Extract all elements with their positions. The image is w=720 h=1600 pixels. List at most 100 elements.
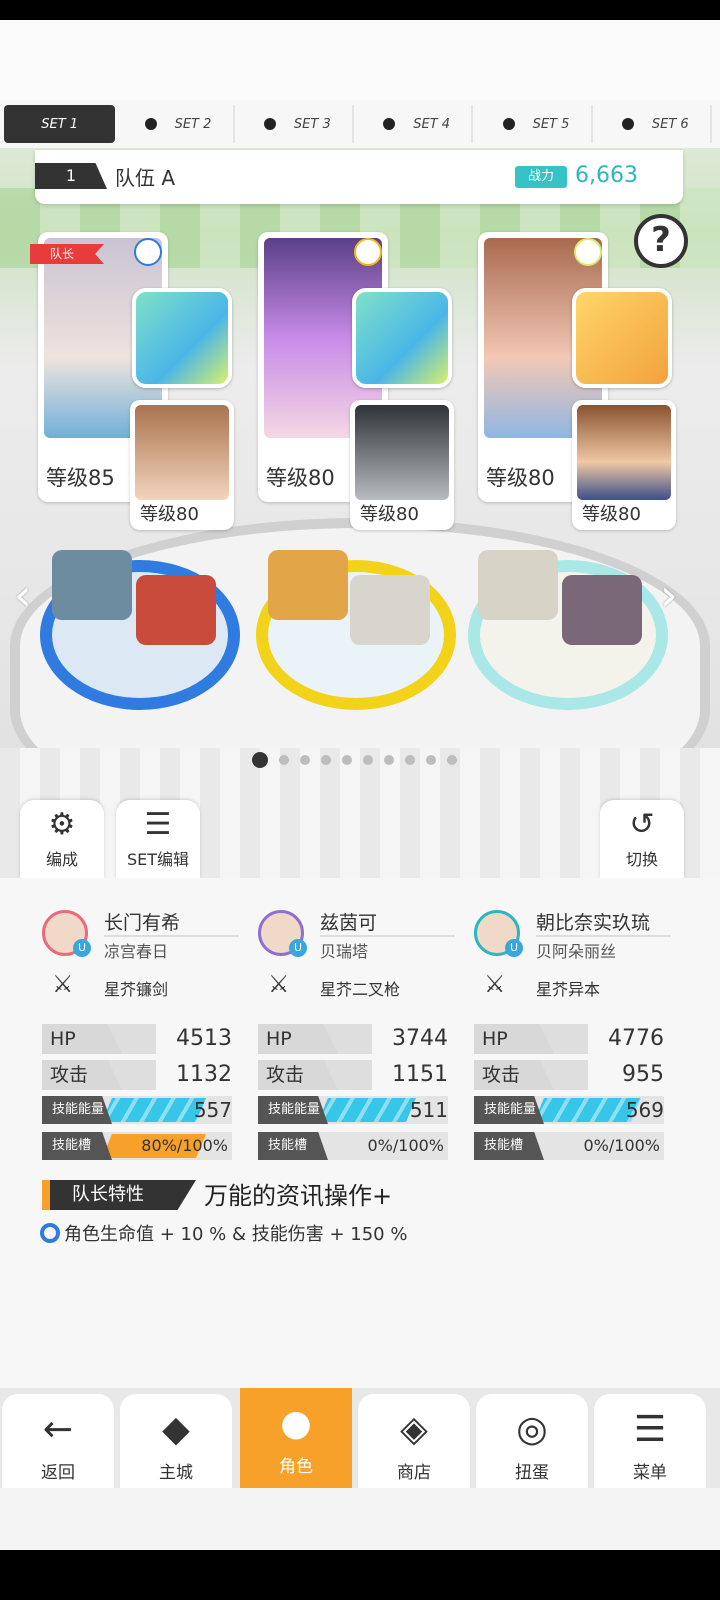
dot-icon	[383, 118, 396, 130]
support-card-1[interactable]: 等级80	[130, 400, 234, 530]
atk-value: 1151	[392, 1062, 448, 1087]
set-edit-label: SET编辑	[126, 850, 190, 869]
nav-menu[interactable]: ☰ 菜单	[594, 1394, 706, 1490]
formation-button[interactable]: ⚙ 编成	[20, 800, 104, 878]
avatar[interactable]: U	[258, 910, 307, 957]
page-dot	[363, 755, 373, 765]
page-dot	[252, 752, 268, 768]
skill-energy-label: 技能能量	[258, 1096, 328, 1124]
sword-weapon-icon[interactable]	[132, 288, 232, 388]
page-dot	[426, 755, 436, 765]
status-bar	[0, 0, 720, 20]
support-card-3[interactable]: 等级80	[572, 400, 676, 530]
character-icon: ●	[280, 1403, 312, 1444]
switch-button[interactable]: ↺ 切换	[600, 800, 684, 878]
chevron-right-icon[interactable]: ›	[660, 570, 678, 621]
nav-back[interactable]: ← 返回	[2, 1394, 114, 1490]
nav-city[interactable]: ◆ 主城	[120, 1394, 232, 1490]
shop-bag-icon: ◈	[400, 1409, 428, 1450]
member-name: 兹茵可	[320, 908, 455, 937]
weapon-name: 星芥异本	[536, 980, 601, 999]
power-label: 战力	[515, 166, 567, 188]
leader-tag: 队长	[30, 244, 104, 264]
support-portrait	[577, 405, 671, 500]
character-level: 等级80	[264, 462, 337, 492]
skill-energy-bar	[318, 1098, 416, 1122]
nav-label: 商店	[397, 1463, 431, 1483]
hp-row: HP 3744	[258, 1024, 448, 1054]
skill-energy-row: 技能能量 511	[258, 1096, 448, 1124]
pixel-block	[52, 550, 132, 620]
pixel-block	[136, 575, 216, 645]
nav-label: 菜单	[633, 1463, 667, 1483]
leader-skill-title: 万能的资讯操作+	[204, 1182, 393, 1210]
city-icon: ◆	[162, 1409, 190, 1450]
team-name[interactable]: 队伍 A	[115, 162, 175, 191]
atk-label: 攻击	[474, 1060, 554, 1090]
skill-slot-row: 技能槽 0%/100%	[258, 1132, 448, 1160]
leader-skill-description: 角色生命值 + 10 % & 技能伤害 + 150 %	[40, 1220, 407, 1246]
character-level: 等级80	[484, 462, 557, 492]
member-support-name: 凉宫春日	[104, 942, 169, 961]
member-support-name: 贝瑞塔	[320, 942, 369, 961]
tab-set-5[interactable]: SET 5	[481, 105, 593, 143]
atk-label: 攻击	[258, 1060, 338, 1090]
page-dot	[321, 755, 331, 765]
team-number: 1	[35, 163, 107, 189]
skill-slot-row: 技能槽 0%/100%	[474, 1132, 664, 1160]
skill-energy-row: 技能能量 557	[42, 1096, 232, 1124]
character-level: 等级85	[44, 462, 117, 492]
atk-row: 攻击 1151	[258, 1060, 448, 1090]
hp-label: HP	[42, 1024, 122, 1054]
avatar[interactable]: U	[42, 910, 91, 957]
chevron-left-icon[interactable]: ‹	[14, 570, 32, 621]
tab-set-6[interactable]: SET 6	[601, 105, 712, 143]
tab-set-3[interactable]: SET 3	[243, 105, 354, 143]
atk-label: 攻击	[42, 1060, 122, 1090]
help-button[interactable]: ?	[634, 214, 688, 268]
hp-label: HP	[474, 1024, 554, 1054]
skill-slot-value: 0%/100%	[367, 1136, 444, 1155]
nav-label: 角色	[279, 1457, 313, 1477]
swap-icon: ↺	[629, 807, 655, 842]
tab-set-1[interactable]: SET 1	[4, 105, 116, 143]
book-weapon-icon[interactable]	[572, 288, 672, 388]
skill-slot-row: 技能槽 80%/100%	[42, 1132, 232, 1160]
lightning-element-icon	[354, 238, 382, 266]
formation-label: 编成	[45, 850, 78, 869]
water-ring-icon	[40, 1223, 60, 1243]
tab-set-4[interactable]: SET 4	[362, 105, 474, 143]
nav-label: 返回	[41, 1463, 75, 1483]
pixel-block	[478, 550, 558, 620]
skill-energy-value: 511	[409, 1098, 448, 1122]
page-indicator[interactable]	[252, 752, 468, 768]
hp-row: HP 4513	[42, 1024, 232, 1054]
support-card-2[interactable]: 等级80	[350, 400, 454, 530]
spear-weapon-icon[interactable]	[352, 288, 452, 388]
water-element-icon	[134, 238, 162, 266]
tab-set-2[interactable]: SET 2	[123, 105, 235, 143]
nav-character[interactable]: ● 角色	[240, 1388, 352, 1490]
skill-energy-label: 技能能量	[42, 1096, 112, 1124]
nav-gacha[interactable]: ◎ 扭蛋	[476, 1394, 588, 1490]
light-element-icon	[574, 238, 602, 266]
pixel-block	[268, 550, 348, 620]
back-arrow-icon: ←	[42, 1409, 74, 1450]
member-support-name: 贝阿朵丽丝	[536, 942, 617, 961]
tab-label: SET 3	[293, 116, 331, 132]
switch-label: 切换	[625, 850, 658, 869]
skill-slot-value: 80%/100%	[141, 1136, 228, 1155]
support-portrait	[355, 405, 449, 500]
dot-icon	[502, 118, 515, 130]
list-icon: ☰	[144, 807, 172, 842]
hp-value: 4776	[608, 1026, 664, 1051]
leader-skill-label: 队长特性	[42, 1180, 196, 1210]
atk-row: 攻击 1132	[42, 1060, 232, 1090]
atk-value: 1132	[176, 1062, 232, 1087]
page-dot	[447, 755, 457, 765]
avatar[interactable]: U	[474, 910, 523, 957]
set-edit-button[interactable]: ☰ SET编辑	[116, 800, 200, 878]
skill-energy-label: 技能能量	[474, 1096, 544, 1124]
skill-slot-value: 0%/100%	[583, 1136, 660, 1155]
nav-shop[interactable]: ◈ 商店	[358, 1394, 470, 1490]
